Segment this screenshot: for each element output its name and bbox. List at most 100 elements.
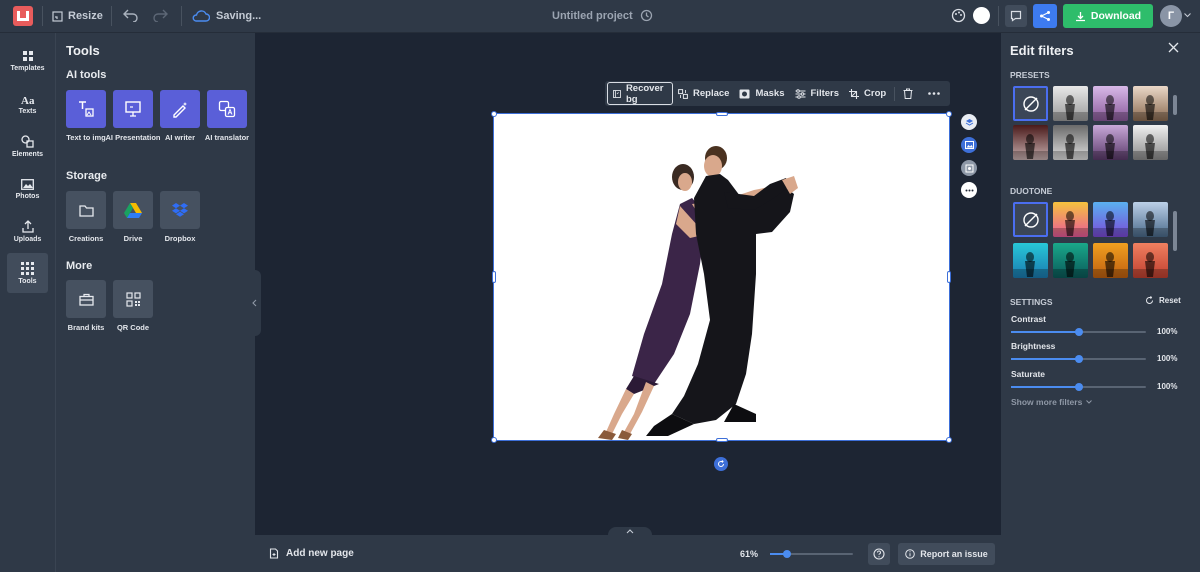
crop-button[interactable]: Crop bbox=[844, 82, 891, 105]
artboard-image[interactable] bbox=[493, 113, 950, 441]
zoom-slider-knob[interactable] bbox=[782, 550, 791, 558]
rail-item-uploads[interactable]: Uploads bbox=[7, 211, 48, 251]
chevron-left-icon bbox=[251, 299, 256, 307]
resize-handle-top[interactable] bbox=[716, 112, 728, 116]
rail-item-elements[interactable]: Elements bbox=[7, 126, 48, 166]
background-button[interactable] bbox=[961, 160, 977, 176]
duotone-scrollbar[interactable] bbox=[1173, 211, 1177, 251]
save-status: Saving... bbox=[192, 9, 261, 23]
duotone-thumbnail[interactable] bbox=[1133, 202, 1168, 237]
setting-slider[interactable] bbox=[1011, 355, 1146, 363]
tool-label: QR Code bbox=[116, 323, 150, 332]
rotate-handle[interactable] bbox=[714, 457, 728, 471]
close-panel-button[interactable] bbox=[1168, 40, 1179, 58]
help-button[interactable] bbox=[868, 543, 890, 565]
storage-drive[interactable]: Drive bbox=[113, 191, 153, 243]
more-side-options-button[interactable] bbox=[961, 182, 977, 198]
image-settings-button[interactable] bbox=[961, 137, 977, 153]
comments-button[interactable] bbox=[1005, 5, 1027, 27]
rail-item-templates[interactable]: Templates bbox=[7, 41, 48, 81]
replace-button[interactable]: Replace bbox=[673, 82, 734, 105]
filters-panel-title: Edit filters bbox=[1010, 43, 1074, 58]
rail-item-tools[interactable]: Tools bbox=[7, 253, 48, 293]
resize-button[interactable]: Resize bbox=[52, 9, 103, 23]
download-button[interactable]: Download bbox=[1063, 4, 1153, 28]
duotone-thumbnail[interactable] bbox=[1093, 202, 1128, 237]
resize-handle-bottom[interactable] bbox=[716, 438, 728, 442]
undo-button[interactable] bbox=[123, 8, 139, 22]
storage-creations[interactable]: Creations bbox=[66, 191, 106, 243]
avatar[interactable]: Г bbox=[1160, 5, 1182, 27]
rail-item-photos[interactable]: Photos bbox=[7, 169, 48, 209]
more-brand-kits[interactable]: Brand kits bbox=[66, 280, 106, 332]
filter-preview bbox=[1053, 134, 1088, 160]
briefcase-icon bbox=[78, 293, 94, 306]
logo-icon bbox=[17, 11, 29, 21]
recover-bg-button[interactable]: Recover bg bbox=[607, 82, 673, 105]
duotone-thumbnail[interactable] bbox=[1093, 243, 1128, 278]
duotone-thumbnail[interactable] bbox=[1053, 243, 1088, 278]
color-swatch-button[interactable] bbox=[973, 7, 990, 24]
settings-heading: SETTINGS bbox=[1010, 297, 1053, 307]
setting-slider[interactable] bbox=[1011, 328, 1146, 336]
resize-handle-top-left[interactable] bbox=[491, 111, 497, 117]
presets-scrollbar[interactable] bbox=[1173, 95, 1177, 115]
preset-thumbnail[interactable] bbox=[1053, 125, 1088, 160]
share-button[interactable] bbox=[1033, 4, 1057, 28]
resize-handle-bottom-right[interactable] bbox=[946, 437, 952, 443]
filters-button[interactable]: Filters bbox=[790, 82, 845, 105]
setting-slider-knob[interactable] bbox=[1074, 383, 1083, 391]
text-icon: Aa bbox=[21, 95, 35, 105]
reset-button[interactable]: Reset bbox=[1145, 296, 1181, 305]
app-logo[interactable] bbox=[13, 6, 33, 26]
layers-button[interactable] bbox=[961, 114, 977, 130]
rail-label: Elements bbox=[11, 150, 44, 158]
close-icon bbox=[1168, 42, 1179, 53]
zoom-slider[interactable] bbox=[770, 550, 853, 558]
preset-thumbnail[interactable] bbox=[1053, 86, 1088, 121]
more-options-button[interactable] bbox=[923, 82, 950, 105]
delete-button[interactable] bbox=[898, 82, 923, 105]
resize-label: Resize bbox=[68, 10, 103, 22]
preset-thumbnail[interactable] bbox=[1093, 86, 1128, 121]
reset-label: Reset bbox=[1159, 296, 1181, 305]
report-issue-button[interactable]: Report an issue bbox=[898, 543, 995, 565]
resize-handle-right[interactable] bbox=[947, 271, 951, 283]
filter-preview bbox=[1093, 134, 1128, 160]
more-qr-code[interactable]: QR Code bbox=[113, 280, 153, 332]
filter-preview bbox=[1133, 95, 1168, 121]
preset-thumbnail[interactable] bbox=[1133, 125, 1168, 160]
project-title[interactable]: Untitled project bbox=[552, 10, 633, 22]
preset-thumbnail[interactable] bbox=[1093, 125, 1128, 160]
tool-text-to-img[interactable]: Text to img bbox=[66, 90, 106, 142]
add-page-button[interactable]: Add new page bbox=[269, 548, 354, 559]
tool-ai-presentation[interactable]: AI Presentation bbox=[105, 90, 161, 142]
account-menu-button[interactable] bbox=[1184, 13, 1191, 18]
setting-slider-knob[interactable] bbox=[1074, 328, 1083, 336]
tool-ai-translator[interactable]: AI translator bbox=[205, 90, 249, 142]
redo-button[interactable] bbox=[152, 8, 168, 22]
resize-handle-bottom-left[interactable] bbox=[491, 437, 497, 443]
pages-expand-button[interactable] bbox=[608, 527, 652, 536]
show-more-filters-button[interactable]: Show more filters bbox=[1011, 397, 1093, 407]
duotone-thumbnail[interactable] bbox=[1133, 243, 1168, 278]
preset-thumbnail[interactable] bbox=[1013, 86, 1048, 121]
collapse-panel-button[interactable] bbox=[247, 270, 261, 336]
history-button[interactable] bbox=[640, 9, 653, 22]
duotone-thumbnail[interactable] bbox=[1013, 243, 1048, 278]
theme-button[interactable] bbox=[951, 8, 966, 23]
tool-ai-writer[interactable]: AI writer bbox=[160, 90, 200, 142]
duotone-thumbnail[interactable] bbox=[1053, 202, 1088, 237]
masks-button[interactable]: Masks bbox=[734, 82, 789, 105]
resize-handle-left[interactable] bbox=[492, 271, 496, 283]
setting-slider[interactable] bbox=[1011, 383, 1146, 391]
zoom-value: 61% bbox=[740, 549, 759, 559]
duotone-thumbnail[interactable] bbox=[1013, 202, 1048, 237]
preset-thumbnail[interactable] bbox=[1013, 125, 1048, 160]
rail-item-texts[interactable]: Aa Texts bbox=[7, 84, 48, 124]
resize-handle-top-right[interactable] bbox=[946, 111, 952, 117]
rotate-icon bbox=[718, 460, 724, 467]
preset-thumbnail[interactable] bbox=[1133, 86, 1168, 121]
setting-slider-knob[interactable] bbox=[1074, 355, 1083, 363]
storage-dropbox[interactable]: Dropbox bbox=[160, 191, 200, 243]
